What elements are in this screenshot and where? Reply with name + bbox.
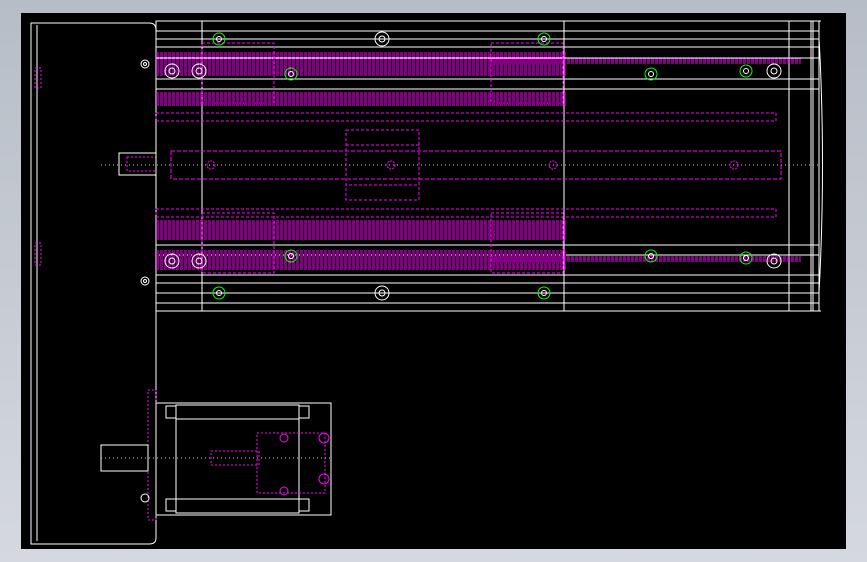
motor-rotor [256,432,326,494]
screw-nut-block [345,129,420,201]
mounting-hole [644,249,658,263]
motor-flange [147,389,157,521]
motor-mount [165,498,177,512]
mounting-hole-center [743,255,749,261]
cad-drawing-canvas[interactable] [21,13,846,549]
motor-mount [165,405,177,419]
screw-hole [143,62,147,66]
motor-bolt [279,486,289,496]
mounting-hole-center [648,71,654,77]
mounting-hole [284,249,298,263]
motor-shaft [100,444,149,472]
end-bracket-tab-lower [34,242,42,266]
motor-mount [298,405,310,419]
motor-side-view [100,389,332,521]
motor-housing [155,402,332,516]
end-cap-right-box [788,20,814,312]
motor-bolt [318,432,330,444]
screw-hole [140,59,150,69]
end-bracket-tab-upper [34,67,42,89]
slot-upper [155,112,777,122]
motor-inner [175,404,300,514]
bearing-block [201,212,275,274]
mounting-hole-center [288,253,294,259]
end-cap-right [793,20,823,312]
motor-mount [298,498,310,512]
module-outline [155,20,820,312]
end-bracket-view [30,22,157,545]
mounting-hole [284,67,298,81]
mounting-hole-center [743,68,749,74]
screw-hole [143,279,147,283]
bearing-block [490,212,564,274]
coupling-stub [118,152,157,176]
mounting-hole [739,64,753,78]
screw-hole [766,63,782,79]
mounting-hole [739,251,753,265]
viewport-surround [0,0,867,562]
coupling-stub-inner [126,156,157,172]
motor-bolt [279,433,289,443]
motor-shaft-inner [210,450,260,466]
cad-drawing [30,20,823,545]
end-bracket-outline [30,22,157,545]
motor-bolt [318,473,330,485]
mounting-hole-center [288,71,294,77]
screw-hole-center [770,67,778,75]
mounting-hole-center [648,253,654,259]
mounting-hole [644,67,658,81]
screw-hole [140,276,150,286]
